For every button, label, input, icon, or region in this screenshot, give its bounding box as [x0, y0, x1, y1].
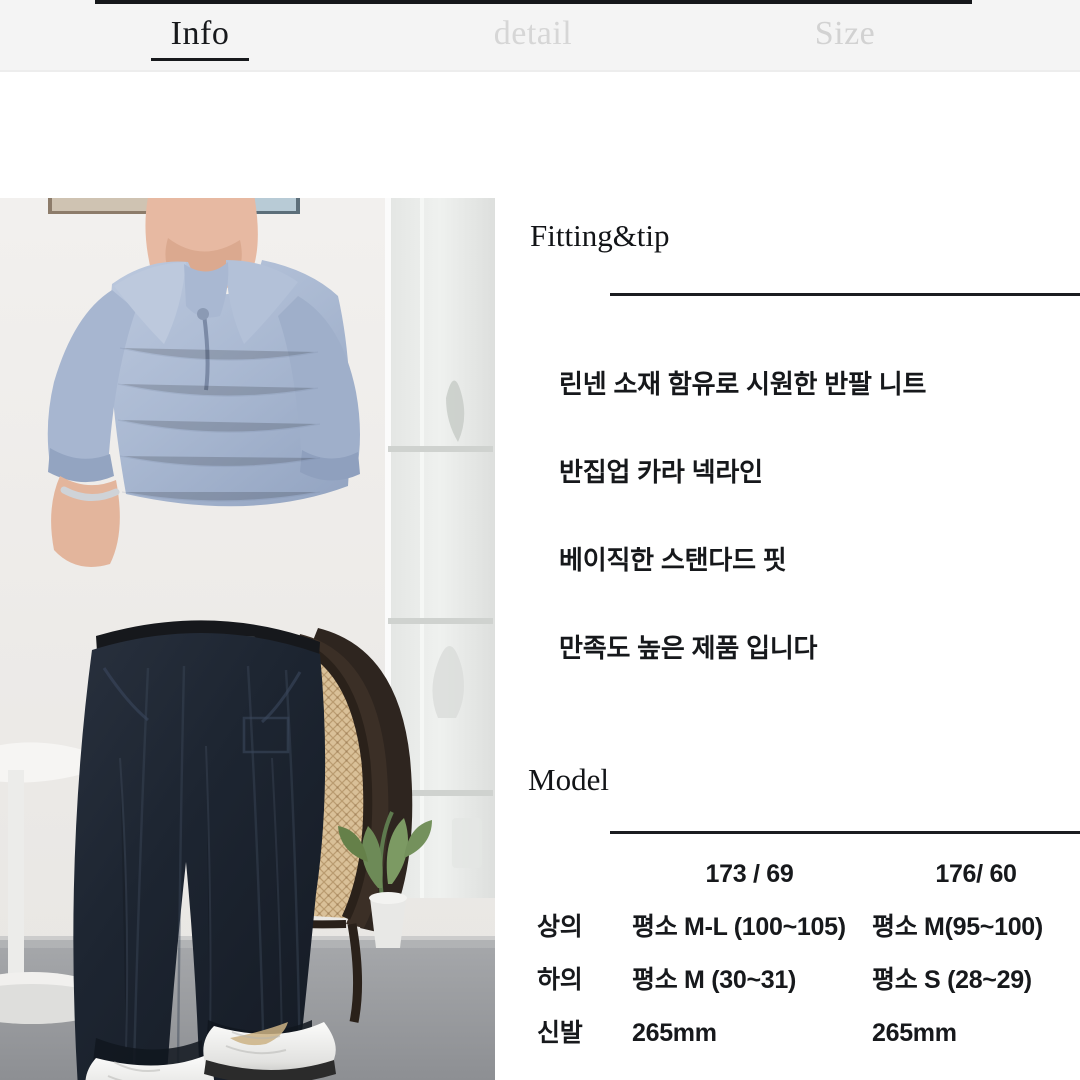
- row-value: 265mm: [632, 1019, 717, 1047]
- product-info-panel: Fitting&tip 린넨 소재 함유로 시원한 반팔 니트 반집업 카라 넥…: [495, 198, 1080, 1080]
- row-label: 신발: [537, 1019, 583, 1047]
- fitting-bullet: 반집업 카라 넥라인: [559, 457, 763, 487]
- model-heading: Model: [528, 762, 609, 797]
- fitting-tip-divider: [610, 293, 1080, 296]
- row-value: 평소 M(95~100): [872, 913, 1043, 941]
- row-value: 265mm: [872, 1019, 957, 1047]
- table-row: 신발 265mm 265mm: [495, 1007, 1080, 1060]
- table-row: 하의 평소 M (30~31) 평소 S (28~29): [495, 954, 1080, 1007]
- table-header-row: 173 / 69 176/ 60: [495, 848, 1080, 901]
- row-value: 평소 M-L (100~105): [632, 913, 846, 941]
- tab-detail-label: detail: [493, 15, 573, 52]
- model-column-header: 173 / 69: [705, 860, 794, 888]
- table-row: 상의 평소 M-L (100~105) 평소 M(95~100): [495, 901, 1080, 954]
- tab-active-underline: [151, 58, 249, 61]
- row-label: 상의: [537, 913, 583, 941]
- row-label: 하의: [537, 966, 583, 994]
- tab-detail[interactable]: detail: [450, 14, 616, 54]
- fitting-bullet: 린넨 소재 함유로 시원한 반팔 니트: [559, 369, 927, 399]
- tab-size[interactable]: Size: [762, 14, 928, 54]
- model-divider: [610, 831, 1080, 834]
- fitting-bullet: 베이직한 스탠다드 핏: [559, 545, 787, 575]
- model-column-header: 176/ 60: [935, 860, 1017, 888]
- fitting-tip-heading: Fitting&tip: [530, 218, 670, 253]
- tabbar-top-divider: [95, 0, 972, 4]
- tab-info-label: Info: [170, 15, 230, 52]
- fitting-bullet: 만족도 높은 제품 입니다: [559, 633, 818, 663]
- model-photo-illustration: [0, 198, 495, 1080]
- tab-info[interactable]: Info: [120, 14, 280, 61]
- product-tab-bar: Info detail Size: [0, 0, 1080, 72]
- row-value: 평소 M (30~31): [632, 966, 796, 994]
- tab-size-label: Size: [814, 15, 876, 52]
- row-value: 평소 S (28~29): [872, 966, 1032, 994]
- model-photo: [0, 198, 495, 1080]
